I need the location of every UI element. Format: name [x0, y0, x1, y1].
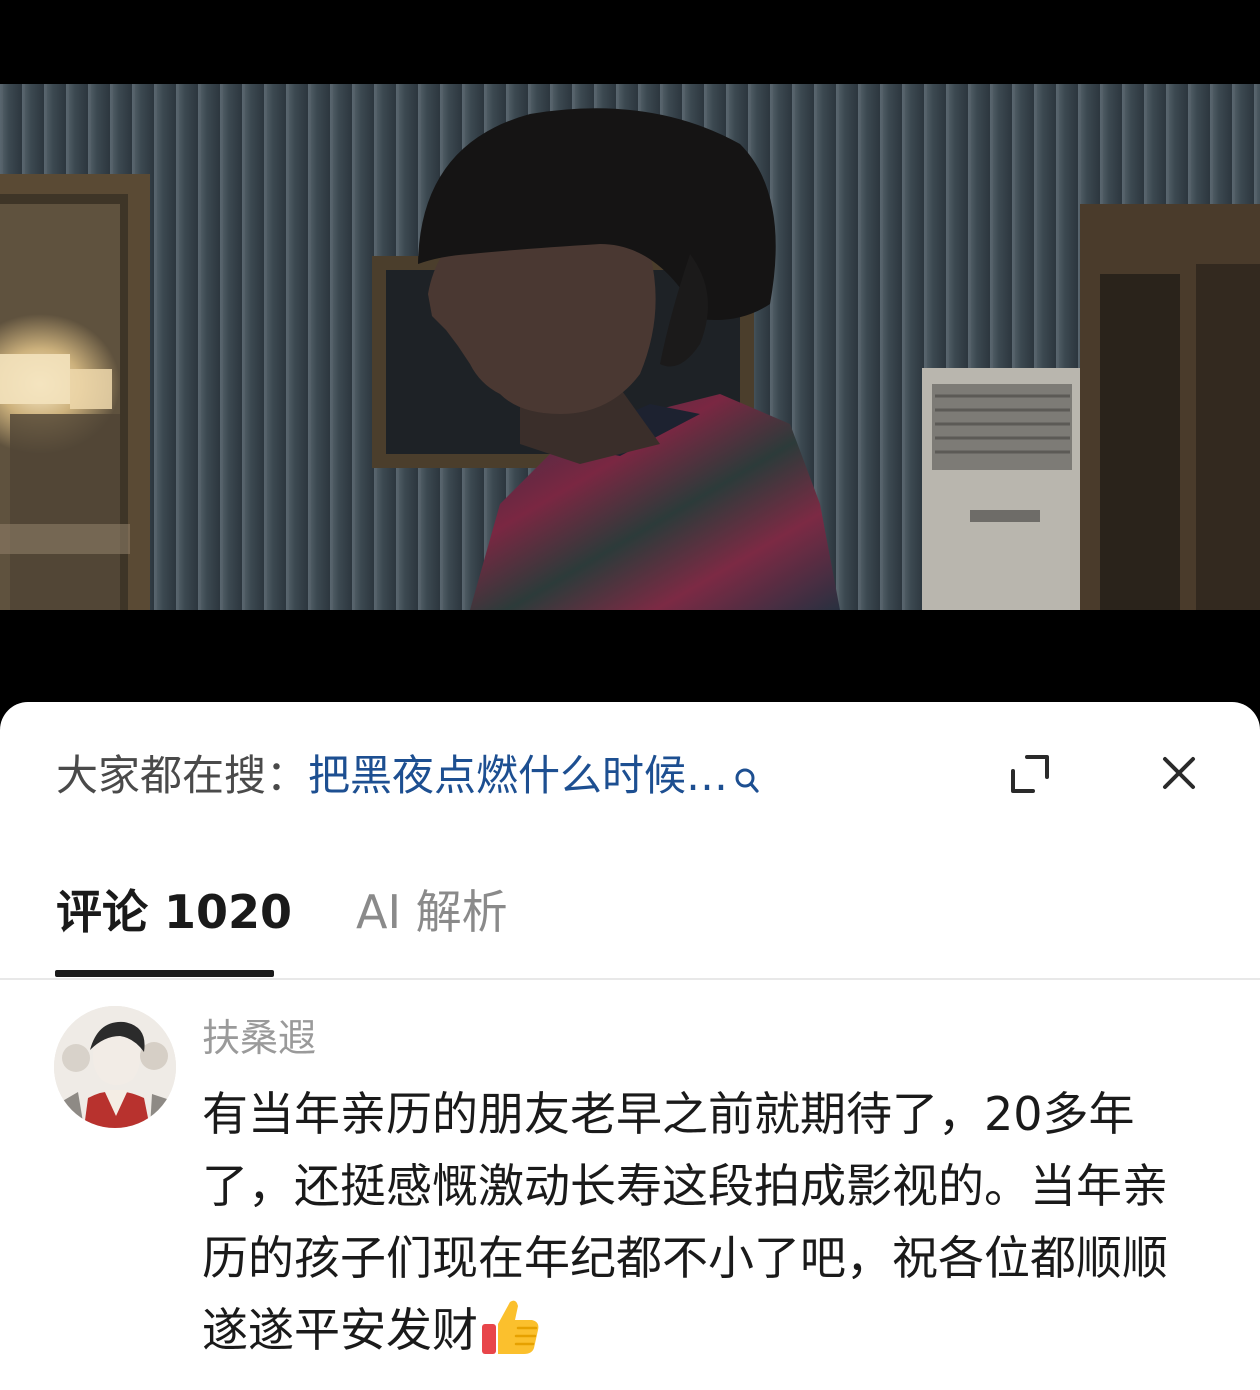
- avatar[interactable]: [54, 1006, 176, 1128]
- comment-author[interactable]: 扶桑遐: [202, 1010, 316, 1066]
- trending-search-query[interactable]: 把黑夜点燃什么时候…: [308, 744, 728, 808]
- active-tab-indicator: [55, 970, 274, 977]
- tab-comments[interactable]: 评论 1020: [56, 880, 292, 944]
- app-screen: 大家都在搜： 把黑夜点燃什么时候… 评论 1020 AI 解析 扶桑遐 有当年亲…: [0, 0, 1260, 1390]
- close-button[interactable]: [1156, 752, 1202, 798]
- comment-body: 有当年亲历的朋友老早之前就期待了，20多年了，还挺感慨激动长寿这段拍成影视的。当…: [202, 1078, 1212, 1366]
- tab-ai-analysis[interactable]: AI 解析: [356, 880, 508, 944]
- close-icon: [1161, 755, 1197, 795]
- thumbs-up-icon: [478, 1294, 544, 1360]
- video-still-image: [0, 84, 1260, 610]
- video-player[interactable]: [0, 0, 1260, 712]
- trending-search-bar[interactable]: 大家都在搜： 把黑夜点燃什么时候…: [56, 744, 762, 808]
- expand-button[interactable]: [1008, 754, 1052, 798]
- video-frame[interactable]: [0, 84, 1260, 610]
- comment-text: 有当年亲历的朋友老早之前就期待了，20多年了，还挺感慨激动长寿这段拍成影视的。当…: [202, 1087, 1168, 1357]
- comment-sheet: 大家都在搜： 把黑夜点燃什么时候… 评论 1020 AI 解析 扶桑遐 有当年亲…: [0, 702, 1260, 1390]
- trending-search-label: 大家都在搜：: [56, 751, 309, 800]
- search-icon[interactable]: [732, 750, 762, 793]
- comment-tabs: 评论 1020 AI 解析: [0, 872, 1260, 980]
- expand-icon: [1010, 754, 1050, 798]
